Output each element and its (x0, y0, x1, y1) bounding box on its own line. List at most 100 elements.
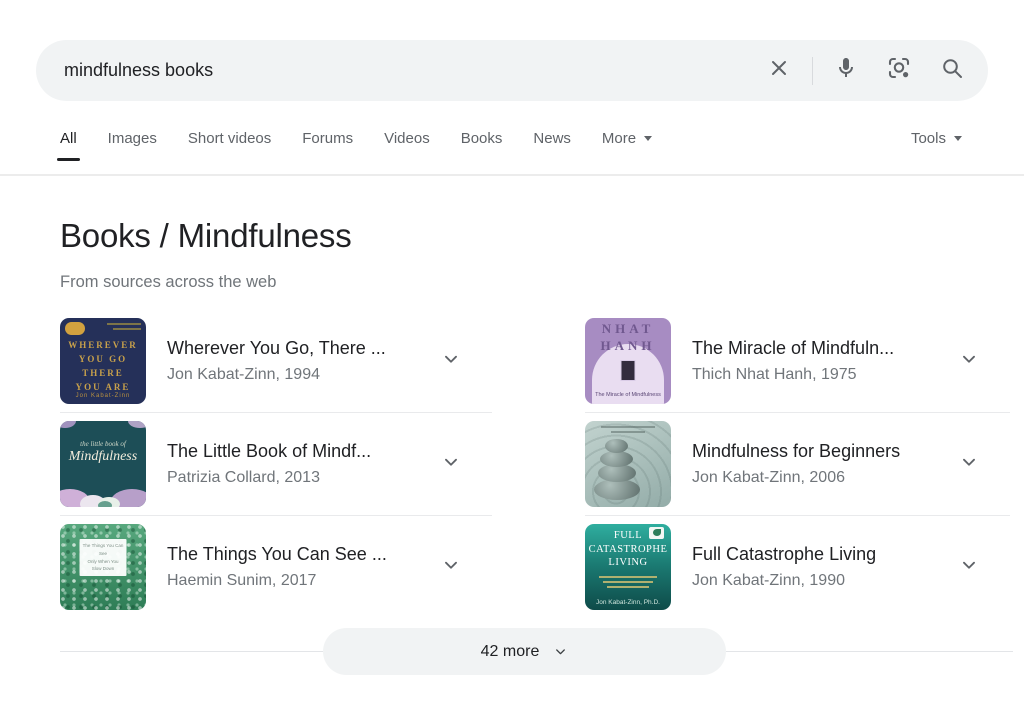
cover-decoration (603, 581, 653, 583)
close-icon (767, 56, 791, 85)
books-grid: WHEREVER YOU GO THERE YOU ARE Jon Kabat-… (60, 310, 1010, 618)
search-bar-divider (812, 57, 813, 85)
expand-book-button[interactable] (440, 348, 462, 375)
cover-photo (621, 360, 636, 381)
chevron-down-icon (958, 451, 980, 473)
book-card-little-book-of-mindfulness[interactable]: the little book of Mindfulness The Littl… (60, 413, 492, 516)
cover-pretitle-text: the little book of (60, 440, 146, 448)
book-info: The Things You Can See ... Haemin Sunim,… (167, 544, 387, 590)
cover-leaf-logo (649, 527, 664, 539)
cover-decoration (107, 323, 141, 325)
book-author-year: Jon Kabat-Zinn, 1990 (692, 572, 876, 590)
tab-forums[interactable]: Forums (302, 130, 353, 161)
tab-images[interactable]: Images (108, 130, 157, 161)
cover-stone (594, 479, 640, 500)
book-card-mindfulness-for-beginners[interactable]: Mindfulness for Beginners Jon Kabat-Zinn… (585, 413, 1010, 516)
cover-flower (98, 501, 112, 507)
book-card-things-you-can-see[interactable]: The Things You Can See Only When You Slo… (60, 516, 492, 618)
voice-search-button[interactable] (834, 59, 858, 83)
tab-videos[interactable]: Videos (384, 130, 430, 161)
camera-lens-icon (887, 56, 911, 85)
book-title: The Miracle of Mindfuln... (692, 338, 894, 359)
tab-news[interactable]: News (533, 130, 571, 161)
header-divider (0, 174, 1024, 176)
result-tabs: All Images Short videos Forums Videos Bo… (60, 130, 652, 161)
cover-title-text: WHEREVER YOU GO THERE YOU ARE (60, 339, 146, 395)
cover-flower (60, 421, 76, 428)
book-cover-miracle-of-mindfulness: NHAT HANH The Miracle of Mindfulness (585, 318, 671, 404)
page-title: Books / Mindfulness (60, 217, 352, 255)
lens-search-button[interactable] (887, 59, 911, 83)
book-title: The Little Book of Mindf... (167, 441, 371, 462)
book-cover-wherever-you-go: WHEREVER YOU GO THERE YOU ARE Jon Kabat-… (60, 318, 146, 404)
cover-title-text: The Things You Can See Only When You Slo… (80, 542, 127, 573)
clear-search-button[interactable] (767, 59, 791, 83)
cover-stone (605, 439, 628, 453)
book-card-full-catastrophe-living[interactable]: FULL CATASTROPHE LIVING Jon Kabat-Zinn, … (585, 516, 1010, 618)
cover-decoration (599, 576, 657, 578)
book-author-year: Jon Kabat-Zinn, 2006 (692, 469, 900, 487)
show-more-label: 42 more (481, 643, 540, 661)
tab-books[interactable]: Books (461, 130, 503, 161)
tab-short-videos[interactable]: Short videos (188, 130, 271, 161)
book-title: The Things You Can See ... (167, 544, 387, 565)
chevron-down-icon (958, 554, 980, 576)
cover-decoration (601, 426, 655, 428)
search-input[interactable] (36, 60, 767, 81)
tab-all[interactable]: All (60, 130, 77, 161)
expand-book-button[interactable] (440, 451, 462, 478)
book-cover-little-book-of-mindfulness: the little book of Mindfulness (60, 421, 146, 507)
cover-badge (65, 322, 85, 335)
chevron-down-icon (440, 451, 462, 473)
book-card-wherever-you-go[interactable]: WHEREVER YOU GO THERE YOU ARE Jon Kabat-… (60, 310, 492, 413)
book-author-year: Patrizia Collard, 2013 (167, 469, 371, 487)
book-info: The Little Book of Mindf... Patrizia Col… (167, 441, 371, 487)
expand-book-button[interactable] (440, 554, 462, 581)
cover-decoration (607, 586, 649, 588)
expand-book-button[interactable] (958, 554, 980, 581)
chevron-down-icon (440, 554, 462, 576)
search-icon (940, 56, 964, 85)
search-bar-icons (767, 57, 988, 85)
book-info: Full Catastrophe Living Jon Kabat-Zinn, … (692, 544, 876, 590)
cover-title-text: NHAT HANH (585, 321, 671, 355)
cover-author-text: Jon Kabat-Zinn, Ph.D. (585, 599, 671, 606)
cover-stone (600, 451, 633, 467)
book-title: Wherever You Go, There ... (167, 338, 386, 359)
cover-text-panel: The Things You Can See Only When You Slo… (80, 539, 127, 576)
book-info: Wherever You Go, There ... Jon Kabat-Zin… (167, 338, 386, 384)
cover-author-text: Jon Kabat-Zinn (60, 393, 146, 399)
expand-book-button[interactable] (958, 348, 980, 375)
book-title: Full Catastrophe Living (692, 544, 876, 565)
cover-title-text: Mindfulness (60, 449, 146, 465)
search-bar[interactable] (36, 40, 988, 101)
book-author-year: Haemin Sunim, 2017 (167, 572, 387, 590)
cover-decoration (611, 431, 645, 433)
book-cover-full-catastrophe-living: FULL CATASTROPHE LIVING Jon Kabat-Zinn, … (585, 524, 671, 610)
book-card-miracle-of-mindfulness[interactable]: NHAT HANH The Miracle of Mindfulness The… (585, 310, 1010, 413)
microphone-icon (834, 56, 858, 85)
search-submit-button[interactable] (940, 59, 964, 83)
book-cover-mindfulness-for-beginners (585, 421, 671, 507)
book-title: Mindfulness for Beginners (692, 441, 900, 462)
chevron-down-icon (553, 644, 568, 659)
cover-decoration (113, 328, 141, 330)
book-cover-things-you-can-see: The Things You Can See Only When You Slo… (60, 524, 146, 610)
tools-button[interactable]: Tools (911, 130, 962, 147)
page-subtitle: From sources across the web (60, 273, 276, 292)
tab-more[interactable]: More (602, 130, 652, 161)
cover-flower (128, 421, 146, 428)
expand-book-button[interactable] (958, 451, 980, 478)
cover-subtitle-text: The Miracle of Mindfulness (585, 392, 671, 398)
book-info: The Miracle of Mindfuln... Thich Nhat Ha… (692, 338, 894, 384)
tab-more-label: More (602, 130, 636, 147)
book-info: Mindfulness for Beginners Jon Kabat-Zinn… (692, 441, 900, 487)
show-more-button[interactable]: 42 more (323, 628, 726, 675)
tools-label: Tools (911, 130, 946, 147)
chevron-down-icon (440, 348, 462, 370)
chevron-down-icon (954, 136, 962, 141)
chevron-down-icon (644, 136, 652, 141)
chevron-down-icon (958, 348, 980, 370)
book-author-year: Thich Nhat Hanh, 1975 (692, 366, 894, 384)
book-author-year: Jon Kabat-Zinn, 1994 (167, 366, 386, 384)
